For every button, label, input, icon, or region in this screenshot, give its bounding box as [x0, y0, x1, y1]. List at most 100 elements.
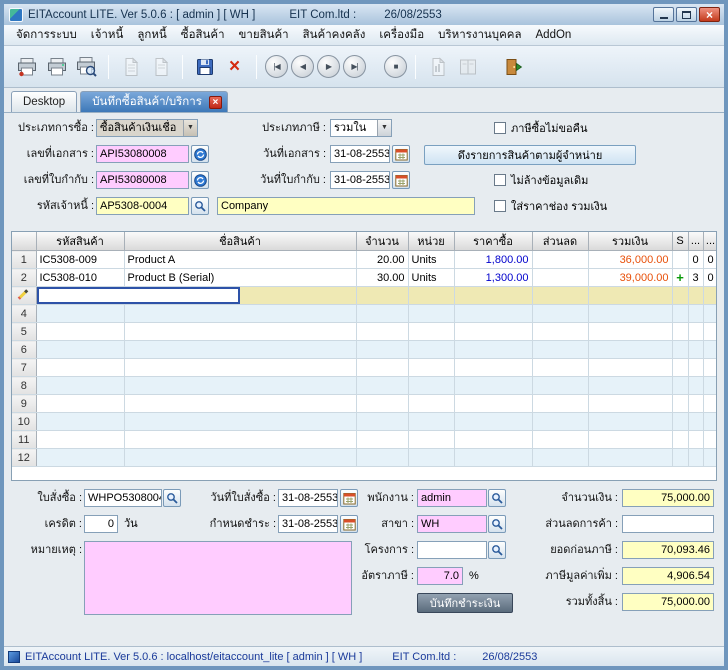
- menu-item-receivable[interactable]: ลูกหนี้: [130, 24, 173, 46]
- grid-cell[interactable]: [36, 413, 124, 431]
- active-cell[interactable]: [37, 287, 240, 304]
- nav-last-button[interactable]: ▶|: [343, 55, 366, 78]
- extra1-cell[interactable]: 0: [688, 251, 703, 269]
- serial-cell[interactable]: +: [672, 269, 688, 287]
- grid-cell[interactable]: [532, 449, 588, 467]
- vendor-name-field[interactable]: Company: [217, 197, 475, 215]
- grid-cell[interactable]: [588, 359, 672, 377]
- save-payment-button[interactable]: บันทึกชำระเงิน: [417, 593, 513, 613]
- grid-cell[interactable]: [703, 431, 717, 449]
- col-item-name[interactable]: ชื่อสินค้า: [124, 232, 356, 251]
- grid-cell[interactable]: [532, 377, 588, 395]
- total-cell[interactable]: [588, 287, 672, 305]
- grid-cell[interactable]: [672, 449, 688, 467]
- menu-item-hr[interactable]: บริหารงานบุคคล: [431, 24, 528, 46]
- grid-cell[interactable]: [532, 323, 588, 341]
- extra2-cell[interactable]: [703, 287, 717, 305]
- tab-purchase-entry[interactable]: บันทึกซื้อสินค้า/บริการ ×: [80, 91, 228, 112]
- row-number[interactable]: 8: [12, 377, 36, 395]
- total-cell[interactable]: 39,000.00: [588, 269, 672, 287]
- grid-cell[interactable]: [454, 395, 532, 413]
- grid-cell[interactable]: [356, 395, 408, 413]
- tax-rate-field[interactable]: 7.0: [417, 567, 463, 585]
- serial-cell[interactable]: [672, 287, 688, 305]
- item-name-cell[interactable]: Product A: [124, 251, 356, 269]
- grid-cell[interactable]: [454, 323, 532, 341]
- grid-cell[interactable]: [532, 359, 588, 377]
- price-cell[interactable]: 1,300.00: [454, 269, 532, 287]
- grid-cell[interactable]: [454, 431, 532, 449]
- maximize-button[interactable]: [676, 7, 697, 22]
- grid-cell[interactable]: [588, 323, 672, 341]
- print-preview-button[interactable]: [73, 53, 100, 80]
- grid-cell[interactable]: [703, 449, 717, 467]
- remark-textarea[interactable]: [84, 541, 352, 615]
- grid-cell[interactable]: [588, 449, 672, 467]
- grid-cell[interactable]: [672, 431, 688, 449]
- grid-cell[interactable]: [672, 341, 688, 359]
- vendor-code-field[interactable]: AP5308-0004: [96, 197, 189, 215]
- employee-field[interactable]: admin: [417, 489, 487, 507]
- menu-item-sales[interactable]: ขายสินค้า: [232, 24, 296, 46]
- grid-cell[interactable]: [408, 323, 454, 341]
- grid-cell[interactable]: [588, 305, 672, 323]
- grid-cell[interactable]: [408, 377, 454, 395]
- grid-cell[interactable]: [356, 431, 408, 449]
- row-number[interactable]: [12, 287, 36, 305]
- trade-discount-field[interactable]: [622, 515, 714, 533]
- qty-cell[interactable]: 30.00: [356, 269, 408, 287]
- grid-cell[interactable]: [532, 413, 588, 431]
- grid-cell[interactable]: [672, 377, 688, 395]
- delete-button[interactable]: ×: [221, 53, 248, 80]
- col-extra1[interactable]: ...: [688, 232, 703, 251]
- invoice-date-picker-button[interactable]: [392, 171, 410, 189]
- nav-first-button[interactable]: |◀: [265, 55, 288, 78]
- row-number[interactable]: 12: [12, 449, 36, 467]
- grid-cell[interactable]: [454, 449, 532, 467]
- doc-number-field[interactable]: API53080008: [96, 145, 189, 163]
- col-extra2[interactable]: ...: [703, 232, 717, 251]
- grid-cell[interactable]: [408, 305, 454, 323]
- grid-cell[interactable]: [124, 395, 356, 413]
- grid-cell[interactable]: [36, 449, 124, 467]
- printer-setup-button[interactable]: [13, 53, 40, 80]
- doc-date-picker-button[interactable]: [392, 145, 410, 163]
- item-code-cell[interactable]: IC5308-010: [36, 269, 124, 287]
- grid-cell[interactable]: [408, 395, 454, 413]
- qty-cell[interactable]: [356, 287, 408, 305]
- grid-cell[interactable]: [124, 341, 356, 359]
- col-unit[interactable]: หน่วย: [408, 232, 454, 251]
- tab-close-icon[interactable]: ×: [209, 96, 222, 109]
- qty-cell[interactable]: 20.00: [356, 251, 408, 269]
- employee-lookup-button[interactable]: [488, 489, 506, 507]
- menu-item-payable[interactable]: เจ้าหนี้: [84, 24, 131, 46]
- row-number[interactable]: 1: [12, 251, 36, 269]
- invoice-number-field[interactable]: API53080008: [96, 171, 189, 189]
- vendor-lookup-button[interactable]: [191, 197, 209, 215]
- grid-cell[interactable]: [688, 305, 703, 323]
- no-clear-data-checkbox[interactable]: ไม่ล้างข้อมูลเดิม: [494, 171, 588, 189]
- grid-cell[interactable]: [454, 359, 532, 377]
- titlebar[interactable]: EITAccount LITE. Ver 5.0.6 : [ admin ] […: [4, 4, 724, 25]
- menu-item-purchase[interactable]: ซื้อสินค้า: [174, 24, 232, 46]
- grid-cell[interactable]: [454, 341, 532, 359]
- grid-cell[interactable]: [688, 395, 703, 413]
- due-date-field[interactable]: 31-08-2553: [278, 515, 338, 533]
- project-lookup-button[interactable]: [488, 541, 506, 559]
- grid-cell[interactable]: [356, 377, 408, 395]
- invoice-number-generate-button[interactable]: [191, 171, 209, 189]
- grid-cell[interactable]: [454, 377, 532, 395]
- grid-cell[interactable]: [588, 413, 672, 431]
- price-cell[interactable]: 1,800.00: [454, 251, 532, 269]
- grid-cell[interactable]: [36, 305, 124, 323]
- row-number[interactable]: 9: [12, 395, 36, 413]
- project-field[interactable]: [417, 541, 487, 559]
- print-button[interactable]: [43, 53, 70, 80]
- row-number[interactable]: 10: [12, 413, 36, 431]
- grid-cell[interactable]: [688, 359, 703, 377]
- branch-lookup-button[interactable]: [488, 515, 506, 533]
- grid-cell[interactable]: [588, 341, 672, 359]
- grid-cell[interactable]: [408, 449, 454, 467]
- grid-cell[interactable]: [36, 431, 124, 449]
- grid-cell[interactable]: [36, 359, 124, 377]
